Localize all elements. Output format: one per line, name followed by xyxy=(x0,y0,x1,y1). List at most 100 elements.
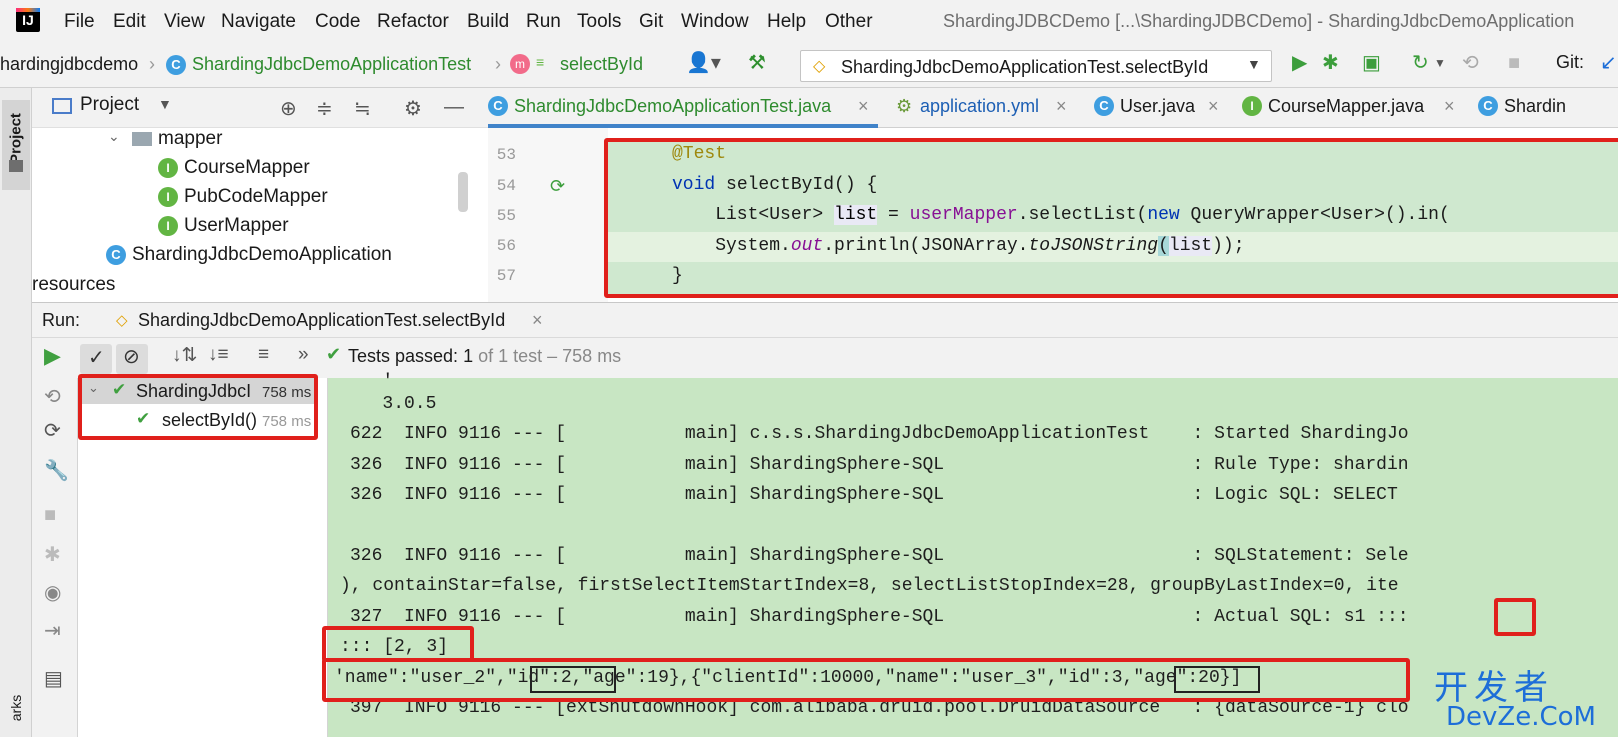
run-tab-title[interactable]: ShardingJdbcDemoApplicationTest.selectBy… xyxy=(138,310,505,331)
menu-window[interactable]: Window xyxy=(681,11,749,33)
class-icon: C xyxy=(1478,96,1498,116)
tree-folder-mapper[interactable]: mapper xyxy=(158,128,222,150)
lock-icon: ≡ xyxy=(536,54,545,70)
chevron-down-icon[interactable]: ⌄ xyxy=(108,128,120,145)
run-configuration-select[interactable]: ◇ ShardingJdbcDemoApplicationTest.select… xyxy=(800,50,1272,82)
menu-other[interactable]: Other xyxy=(825,11,873,33)
console-line: 326 INFO 9116 --- [ main] ShardingSphere… xyxy=(350,546,1409,566)
close-icon[interactable]: × xyxy=(1056,96,1067,117)
folder-icon xyxy=(9,160,23,172)
chevron-down-icon[interactable]: ▼ xyxy=(1434,52,1446,74)
tree-item-usermapper[interactable]: UserMapper xyxy=(184,215,289,237)
close-icon[interactable]: × xyxy=(858,96,869,117)
sort-duration-icon[interactable]: ↓≡ xyxy=(208,344,229,366)
menu-code[interactable]: Code xyxy=(315,11,360,33)
bookmarks-tool-label[interactable]: arks xyxy=(8,678,24,737)
wrench-icon[interactable]: 🔧 xyxy=(44,458,69,483)
annotation-box-ids xyxy=(322,626,474,662)
import-icon[interactable]: ⇥ xyxy=(44,618,61,643)
coverage-icon[interactable]: ▣ xyxy=(1362,52,1381,74)
run-icon[interactable]: ▶ xyxy=(1292,52,1307,74)
ignored-icon: ⊘ xyxy=(123,346,140,368)
line-number: 53 xyxy=(496,146,516,164)
camera-icon[interactable]: ◉ xyxy=(44,580,61,605)
tab-shardingjdbcdemoapplicationtest[interactable]: ShardingJdbcDemoApplicationTest.java xyxy=(514,96,831,117)
git-update-icon[interactable]: ↙ xyxy=(1600,52,1617,74)
console-line: ), containStar=false, firstSelectItemSta… xyxy=(340,576,1399,596)
layout-icon[interactable]: ▤ xyxy=(44,666,63,691)
settings-gear-icon[interactable]: ⚙ xyxy=(404,96,422,121)
console-line: 622 INFO 9116 --- [ main] c.s.s.Sharding… xyxy=(350,424,1409,444)
tree-folder-resources[interactable]: resources xyxy=(32,274,115,296)
tab-application-yml[interactable]: application.yml xyxy=(920,96,1039,117)
test-config-icon: ◇ xyxy=(116,312,128,329)
rerun-failed-icon[interactable]: ⟲ xyxy=(44,384,61,409)
menu-run[interactable]: Run xyxy=(526,11,561,33)
highlight-id-3 xyxy=(1174,666,1260,693)
hide-panel-icon[interactable]: — xyxy=(444,96,464,119)
breadcrumb-separator-icon: › xyxy=(149,54,155,74)
stop-icon[interactable]: ■ xyxy=(44,504,56,527)
menu-edit[interactable]: Edit xyxy=(113,11,146,33)
menu-help[interactable]: Help xyxy=(767,11,806,33)
menu-tools[interactable]: Tools xyxy=(577,11,621,33)
menu-navigate[interactable]: Navigate xyxy=(221,11,296,33)
console-text: 327 INFO 9116 --- [ main] ShardingSphere… xyxy=(350,607,1344,627)
scrollbar-thumb[interactable] xyxy=(458,172,468,212)
more-icon[interactable]: » xyxy=(298,344,309,366)
sort-alpha-icon[interactable]: ↓⇅ xyxy=(172,344,197,367)
menu-file[interactable]: File xyxy=(64,11,95,33)
watermark-logo-text: DevZe.CoM xyxy=(1446,702,1596,732)
snowflake-icon[interactable]: ✱ xyxy=(44,542,61,567)
breadcrumb-separator-icon: › xyxy=(495,54,501,74)
tab-user-java[interactable]: User.java xyxy=(1120,96,1195,117)
menu-refactor[interactable]: Refactor xyxy=(377,11,449,33)
annotation-box-code xyxy=(604,138,1618,298)
breadcrumb-method[interactable]: selectById xyxy=(560,54,643,75)
expand-all-icon[interactable]: ≑ xyxy=(316,96,333,121)
breadcrumb-project[interactable]: hardingjdbcdemo xyxy=(0,54,138,75)
rerun-icon[interactable]: ▶ xyxy=(44,343,61,369)
window-title: ShardingJDBCDemo [...\ShardingJDBCDemo] … xyxy=(943,11,1575,31)
project-view-label[interactable]: Project xyxy=(80,94,139,116)
debug-icon[interactable]: ✱ xyxy=(1322,52,1339,74)
interface-icon: I xyxy=(158,216,178,236)
close-icon[interactable]: × xyxy=(532,310,543,331)
status-detail: of 1 test – 758 ms xyxy=(478,346,622,366)
build-hammer-icon[interactable]: ⚒ xyxy=(748,52,766,74)
run-panel-header: Run: ◇ ShardingJdbcDemoApplicationTest.s… xyxy=(32,302,1618,338)
interface-icon: I xyxy=(1242,96,1262,116)
breadcrumb-class[interactable]: ShardingJdbcDemoApplicationTest xyxy=(192,54,471,75)
locate-icon[interactable]: ⊕ xyxy=(280,96,297,121)
chevron-down-icon: ▼ xyxy=(1247,56,1261,72)
run-toolbar: ✓ ⊘ ↓⇅ ↓≡ ≡ » ✔ Tests passed: 1 of 1 tes… xyxy=(32,338,1618,378)
class-icon: C xyxy=(166,55,186,75)
menu-view[interactable]: View xyxy=(164,11,205,33)
close-icon[interactable]: × xyxy=(1208,96,1219,117)
collapse-all-icon[interactable]: ≒ xyxy=(354,96,371,121)
intellij-logo-icon[interactable]: IJ xyxy=(16,8,40,32)
menu-build[interactable]: Build xyxy=(467,11,509,33)
stop-icon[interactable]: ■ xyxy=(1508,52,1520,74)
test-config-icon: ◇ xyxy=(813,58,826,75)
close-icon[interactable]: × xyxy=(1444,96,1455,117)
toggle-auto-test-icon[interactable]: ⟳ xyxy=(44,418,61,443)
tests-passed-status: Tests passed: 1 of 1 test – 758 ms xyxy=(348,346,621,367)
line-number: 57 xyxy=(496,267,516,285)
actual-sql-datasource: s1 xyxy=(1343,607,1366,627)
attach-icon[interactable]: ⟲ xyxy=(1462,52,1479,74)
tree-item-application[interactable]: ShardingJdbcDemoApplication xyxy=(132,244,392,266)
expand-icon[interactable]: ≡ xyxy=(258,344,269,366)
interface-icon: I xyxy=(158,158,178,178)
profile-icon[interactable]: ↻ xyxy=(1412,52,1429,74)
tree-item-coursemapper[interactable]: CourseMapper xyxy=(184,157,310,179)
user-icon[interactable]: 👤▾ xyxy=(686,52,721,74)
spring-class-icon: C xyxy=(106,245,126,265)
menu-git[interactable]: Git xyxy=(639,11,663,33)
tab-coursemapper-java[interactable]: CourseMapper.java xyxy=(1268,96,1424,117)
tab-sharding-overflow[interactable]: Shardin xyxy=(1504,96,1566,117)
annotation-box-tests xyxy=(78,374,318,440)
chevron-down-icon[interactable]: ▼ xyxy=(158,96,172,112)
tree-item-pubcodemapper[interactable]: PubCodeMapper xyxy=(184,186,328,208)
run-test-gutter-icon[interactable]: ⟳ xyxy=(550,176,565,197)
